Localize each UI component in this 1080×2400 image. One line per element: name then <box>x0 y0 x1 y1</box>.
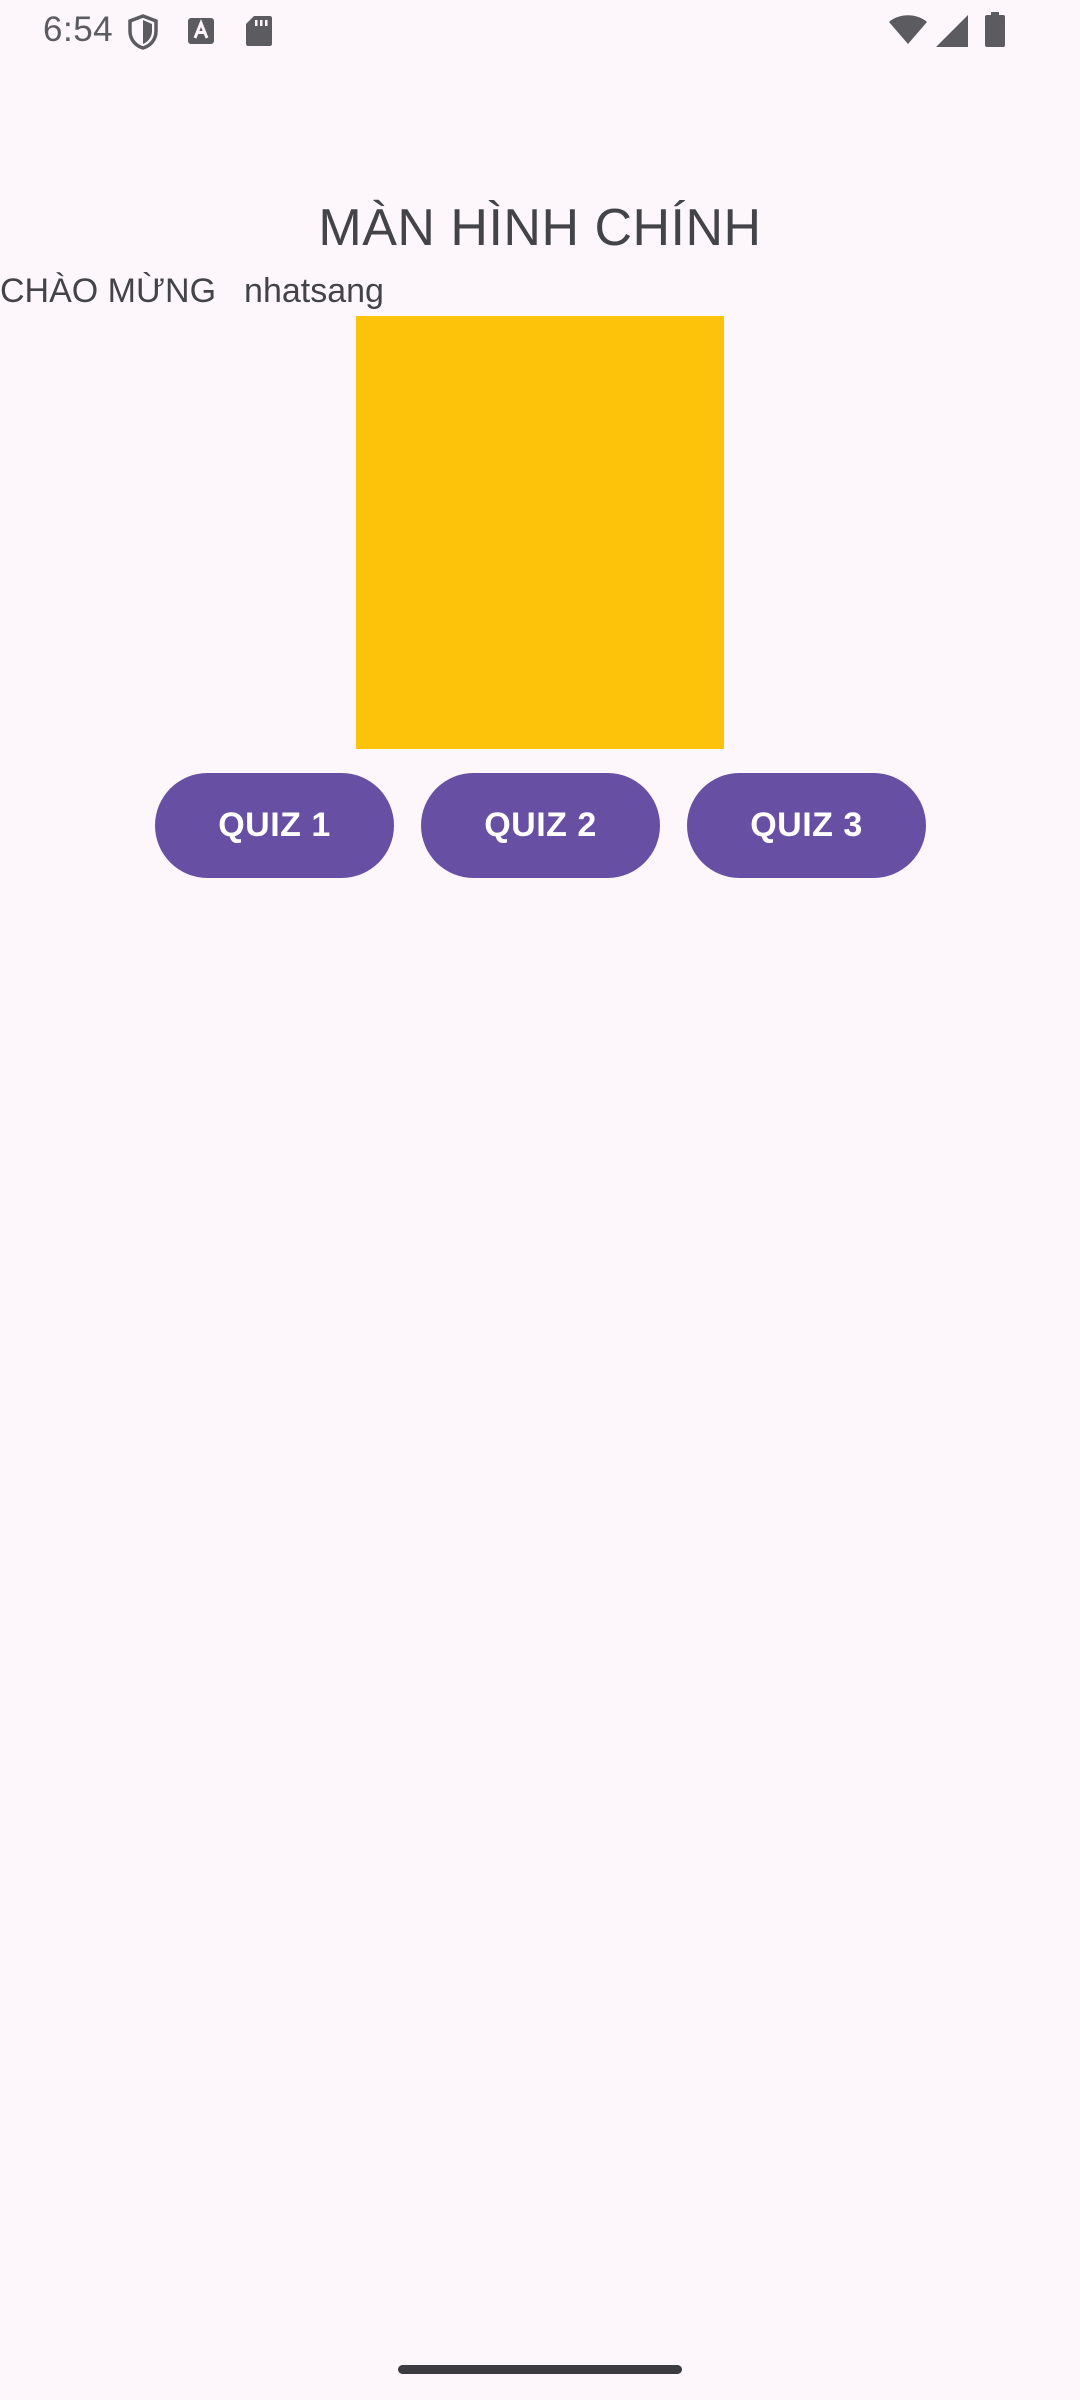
image-placeholder <box>356 316 724 749</box>
shield-icon <box>127 14 159 55</box>
quiz-1-button[interactable]: QUIZ 1 <box>155 773 394 878</box>
status-bar: 6:54 <box>0 0 1080 62</box>
sdcard-icon <box>245 15 273 52</box>
welcome-label: CHÀO MỪNG <box>0 272 217 310</box>
home-indicator[interactable] <box>398 2365 682 2374</box>
welcome-row: CHÀO MỪNG nhatsang <box>0 272 384 311</box>
battery-icon <box>984 12 1006 53</box>
font-icon <box>187 17 215 50</box>
quiz-button-row: QUIZ 1 QUIZ 2 QUIZ 3 <box>155 773 926 878</box>
quiz-3-button[interactable]: QUIZ 3 <box>687 773 926 878</box>
quiz-2-button[interactable]: QUIZ 2 <box>421 773 660 878</box>
signal-icon <box>934 14 970 53</box>
page-title: MÀN HÌNH CHÍNH <box>318 199 762 257</box>
wifi-icon <box>888 14 928 51</box>
status-time: 6:54 <box>43 10 114 49</box>
username-label: nhatsang <box>244 272 384 310</box>
